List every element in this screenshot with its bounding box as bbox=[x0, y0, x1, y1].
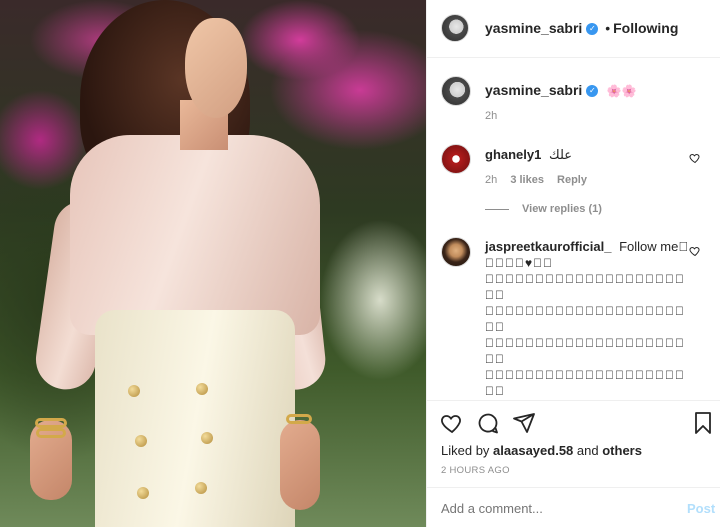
comment-text-line: 􏿾􏿾􏿾􏿾􏿾􏿾􏿾􏿾􏿾􏿾􏿾􏿾􏿾􏿾􏿾􏿾􏿾􏿾􏿾􏿾 bbox=[485, 368, 685, 382]
comment-text: Follow me􏿾 bbox=[619, 239, 689, 254]
comment-line: jaspreetkaurofficial_ Follow me􏿾 bbox=[485, 239, 688, 254]
replies-divider bbox=[485, 209, 509, 210]
comment-avatar[interactable] bbox=[441, 144, 471, 174]
liked-by-user[interactable]: alaasayed.58 bbox=[493, 443, 573, 458]
bracelet bbox=[286, 414, 312, 424]
skirt-button bbox=[201, 432, 213, 444]
photo-hand-right bbox=[280, 420, 320, 510]
bracelet bbox=[36, 428, 66, 438]
caption-avatar[interactable] bbox=[441, 76, 471, 106]
comment-bubble-icon[interactable] bbox=[476, 411, 500, 435]
author-avatar[interactable] bbox=[441, 14, 469, 42]
add-comment-bar: Post bbox=[427, 487, 720, 527]
caption-time[interactable]: 2h bbox=[485, 110, 497, 122]
post-header: yasmine_sabri ✓ • Following bbox=[427, 0, 720, 58]
like-heart-icon[interactable] bbox=[440, 411, 464, 435]
verified-badge-icon: ✓ bbox=[586, 23, 599, 36]
comment-meta: 2h 3 likes Reply bbox=[485, 174, 587, 186]
post-side-panel: yasmine_sabri ✓ • Following yasmine_sabri ✓… bbox=[426, 0, 720, 527]
header-separator: • bbox=[605, 20, 611, 36]
comment-like-heart-icon[interactable] bbox=[689, 245, 701, 257]
post-comment-button[interactable]: Post bbox=[687, 501, 715, 516]
comment-likes[interactable]: 3 likes bbox=[510, 174, 544, 186]
comment-text-line: 􏿾􏿾􏿾􏿾􏿾􏿾􏿾􏿾􏿾􏿾􏿾􏿾􏿾􏿾􏿾􏿾􏿾􏿾􏿾􏿾 bbox=[485, 304, 685, 318]
header-text: yasmine_sabri ✓ • Following bbox=[485, 20, 678, 36]
caption-username[interactable]: yasmine_sabri bbox=[485, 82, 582, 98]
following-button[interactable]: Following bbox=[613, 20, 678, 36]
skirt-button bbox=[195, 482, 207, 494]
comment-reply-button[interactable]: Reply bbox=[557, 174, 587, 186]
liked-by-others[interactable]: others bbox=[602, 443, 642, 458]
liked-by-and: and bbox=[576, 443, 599, 458]
skirt-button bbox=[196, 383, 208, 395]
verified-badge-icon: ✓ bbox=[586, 84, 599, 97]
skirt-button bbox=[135, 435, 147, 447]
author-username[interactable]: yasmine_sabri bbox=[485, 20, 582, 36]
comment-username[interactable]: ghanely1 bbox=[485, 147, 541, 162]
bracelet bbox=[35, 418, 67, 428]
post-timestamp[interactable]: 2 HOURS AGO bbox=[441, 465, 510, 476]
comment-text-line: 􏿾􏿾 bbox=[485, 384, 505, 398]
comment-text-line: 􏿾􏿾􏿾􏿾♥􏿾􏿾 bbox=[485, 256, 554, 270]
share-paper-plane-icon[interactable] bbox=[512, 411, 536, 435]
caption-line: yasmine_sabri ✓ 🌸🌸 bbox=[485, 82, 637, 100]
comment-username[interactable]: jaspreetkaurofficial_ bbox=[485, 239, 611, 254]
liked-by-line: Liked by alaasayed.58 and others bbox=[441, 443, 642, 458]
add-comment-input[interactable] bbox=[441, 498, 661, 518]
caption-text: 🌸🌸 bbox=[606, 84, 637, 98]
post-actions: Liked by alaasayed.58 and others 2 HOURS… bbox=[427, 400, 720, 487]
view-replies-button[interactable]: View replies (1) bbox=[522, 203, 602, 215]
post-photo[interactable] bbox=[0, 0, 426, 527]
save-bookmark-icon[interactable] bbox=[692, 411, 714, 435]
comment-text-line: 􏿾􏿾􏿾􏿾􏿾􏿾􏿾􏿾􏿾􏿾􏿾􏿾􏿾􏿾􏿾􏿾􏿾􏿾􏿾􏿾 bbox=[485, 336, 685, 350]
photo-skirt bbox=[95, 310, 295, 527]
comment-text-line: 􏿾􏿾􏿾􏿾􏿾􏿾􏿾􏿾􏿾􏿾􏿾􏿾􏿾􏿾􏿾􏿾􏿾􏿾􏿾􏿾 bbox=[485, 272, 685, 286]
comment-avatar[interactable] bbox=[441, 237, 471, 267]
liked-by-prefix: Liked by bbox=[441, 443, 490, 458]
skirt-button bbox=[137, 487, 149, 499]
comment-time[interactable]: 2h bbox=[485, 174, 497, 186]
comment-text-line: 􏿾􏿾 bbox=[485, 352, 505, 366]
skirt-button bbox=[128, 385, 140, 397]
photo-blouse bbox=[70, 135, 320, 335]
comment-like-heart-icon[interactable] bbox=[689, 152, 701, 164]
comment-text: علك bbox=[548, 147, 573, 162]
comment-text-line: 􏿾􏿾 bbox=[485, 320, 505, 334]
comment-text-line: 􏿾􏿾 bbox=[485, 288, 505, 302]
photo-face bbox=[185, 18, 247, 118]
comment-line: ghanely1 علك bbox=[485, 147, 572, 163]
